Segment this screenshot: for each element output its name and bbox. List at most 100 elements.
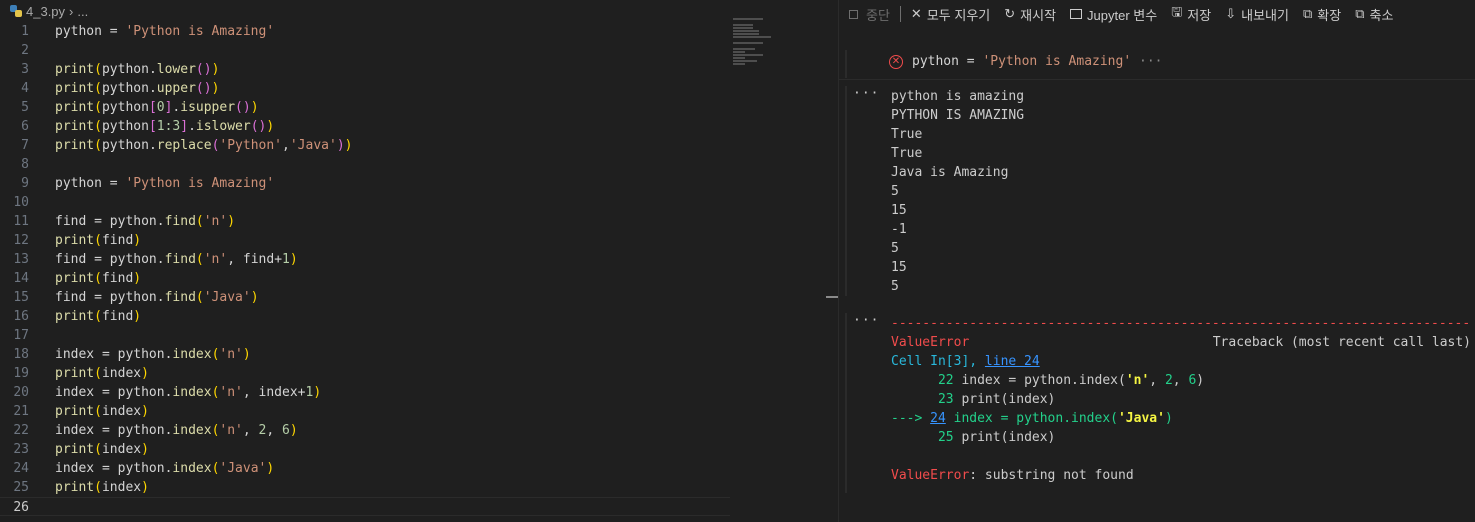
code-line[interactable]: 13 find = python.find('n', find+1) <box>0 250 730 269</box>
editor-pane[interactable]: 4_3.py › ... 1 python = 'Python is Amazin… <box>0 0 838 522</box>
code-line[interactable]: 11 find = python.find('n') <box>0 212 730 231</box>
code-line[interactable]: 7 print(python.replace('Python','Java')) <box>0 136 730 155</box>
line-source: find = python.find('n', find+1) <box>55 252 298 267</box>
toolbar-separator <box>899 6 901 22</box>
minimap[interactable] <box>733 18 779 78</box>
variables-button[interactable]: Jupyter 변수 <box>1070 5 1157 24</box>
code-line[interactable]: 22 index = python.index('n', 2, 6) <box>0 421 730 440</box>
clear-all-label: 모두 지우기 <box>926 7 991 23</box>
scrollbar-marker[interactable] <box>826 296 838 298</box>
python-file-icon <box>10 5 22 17</box>
traceback-frame-current: ---> 24 index = python.index('Java') <box>891 411 1173 426</box>
export-button[interactable]: ⇩ 내보내기 <box>1225 5 1289 24</box>
line-number: 14 <box>13 271 29 286</box>
line-24-link[interactable]: line 24 <box>985 354 1040 369</box>
code-line[interactable]: 23 print(index) <box>0 440 730 459</box>
traceback-frame: 25 print(index) <box>937 430 1056 445</box>
expand-button[interactable]: ⧉ 확장 <box>1303 5 1341 24</box>
output-menu-button[interactable]: ··· <box>853 86 879 101</box>
code-line[interactable]: 5 print(python[0].isupper()) <box>0 98 730 117</box>
line-24-frame-link[interactable]: 24 <box>930 411 946 426</box>
code-line[interactable]: 9 python = 'Python is Amazing' <box>0 174 730 193</box>
code-line[interactable]: 12 print(find) <box>0 231 730 250</box>
line-source: print(python.lower()) <box>55 62 220 77</box>
breadcrumb: 4_3.py › ... <box>0 0 838 22</box>
interrupt-button[interactable]: 중단 <box>849 5 890 24</box>
expand-label: 확장 <box>1317 7 1342 23</box>
error-circle-icon: ✕ <box>889 55 903 69</box>
save-label: 저장 <box>1187 7 1212 23</box>
code-line[interactable]: 19 print(index) <box>0 364 730 383</box>
clear-all-button[interactable]: ✕ 모두 지우기 <box>911 5 990 24</box>
code-line[interactable]: 16 print(find) <box>0 307 730 326</box>
interactive-window[interactable]: 중단 ✕ 모두 지우기 ↻ 재시작 Jupyter 변수 🖫 저장 ⇩ 내보내기… <box>839 0 1475 522</box>
interrupt-label: 중단 <box>866 7 890 23</box>
code-line[interactable]: 21 print(index) <box>0 402 730 421</box>
output-line: True <box>891 127 923 142</box>
cell-ellipsis[interactable]: ··· <box>1139 54 1162 69</box>
traceback: ----------------------------------------… <box>891 314 1471 485</box>
code-line[interactable]: 25 print(index) <box>0 478 730 497</box>
code-line[interactable]: 3 print(python.lower()) <box>0 60 730 79</box>
line-number: 19 <box>13 366 29 381</box>
code-line[interactable]: 18 index = python.index('n') <box>0 345 730 364</box>
code-line[interactable]: 8 <box>0 155 730 174</box>
line-source: print(python.upper()) <box>55 81 220 96</box>
stop-icon <box>849 9 858 19</box>
code-line[interactable]: 4 print(python.upper()) <box>0 79 730 98</box>
traceback-header: ValueError Traceback (most recent call la… <box>891 333 1471 352</box>
collapse-icon: ⧉ <box>1355 6 1365 21</box>
line-number: 13 <box>13 252 29 267</box>
cell-input[interactable]: ✕ python = 'Python is Amazing' ··· <box>839 46 1475 80</box>
line-source: python = 'Python is Amazing' <box>55 24 275 39</box>
line-number: 11 <box>13 214 29 229</box>
interactive-toolbar: 중단 ✕ 모두 지우기 ↻ 재시작 Jupyter 변수 🖫 저장 ⇩ 내보내기… <box>839 0 1475 28</box>
code-line-current[interactable]: 26 <box>0 497 730 516</box>
variables-icon <box>1070 9 1083 19</box>
line-source: find = python.find('Java') <box>55 290 259 305</box>
code-line[interactable]: 14 print(find) <box>0 269 730 288</box>
line-number: 8 <box>21 157 29 172</box>
line-number: 12 <box>13 233 29 248</box>
code-line[interactable]: 6 print(python[1:3].islower()) <box>0 117 730 136</box>
output-menu-button[interactable]: ··· <box>853 313 879 328</box>
cell-output-stdout: ··· python is amazing PYTHON IS AMAZING … <box>839 86 1475 298</box>
output-gutter <box>845 313 847 493</box>
line-number: 23 <box>13 442 29 457</box>
line-number: 3 <box>21 62 29 77</box>
breadcrumb-more[interactable]: ... <box>77 4 88 19</box>
traceback-frame: 23 print(index) <box>937 392 1056 407</box>
restart-button[interactable]: ↻ 재시작 <box>1004 5 1056 24</box>
line-source: print(find) <box>55 271 142 286</box>
output-line: -1 <box>891 222 907 237</box>
collapse-button[interactable]: ⧉ 축소 <box>1355 5 1393 24</box>
line-number: 1 <box>21 24 29 39</box>
output-line: 5 <box>891 279 899 294</box>
error-message: ValueError: substring not found <box>891 468 1134 483</box>
line-source: print(index) <box>55 404 149 419</box>
line-number: 6 <box>21 119 29 134</box>
breadcrumb-file[interactable]: 4_3.py <box>26 4 65 19</box>
line-number: 24 <box>13 461 29 476</box>
code-line[interactable]: 15 find = python.find('Java') <box>0 288 730 307</box>
export-icon: ⇩ <box>1225 6 1237 21</box>
line-source: find = python.find('n') <box>55 214 236 229</box>
line-number: 20 <box>13 385 29 400</box>
code-line[interactable]: 10 <box>0 193 730 212</box>
line-number: 4 <box>21 81 29 96</box>
save-button[interactable]: 🖫 저장 <box>1171 3 1211 25</box>
code-line[interactable]: 2 <box>0 41 730 60</box>
line-number: 25 <box>13 480 29 495</box>
code-area[interactable]: 1 python = 'Python is Amazing' 2 3 print(p… <box>0 22 730 516</box>
code-line[interactable]: 24 index = python.index('Java') <box>0 459 730 478</box>
code-line[interactable]: 1 python = 'Python is Amazing' <box>0 22 730 41</box>
export-label: 내보내기 <box>1241 7 1289 23</box>
line-source: print(python[1:3].islower()) <box>55 119 275 134</box>
line-source: print(find) <box>55 309 142 324</box>
line-source: print(index) <box>55 480 149 495</box>
code-line[interactable]: 17 <box>0 326 730 345</box>
cell-source[interactable]: python = 'Python is Amazing' ··· <box>912 54 1162 69</box>
code-line[interactable]: 20 index = python.index('n', index+1) <box>0 383 730 402</box>
restart-label: 재시작 <box>1020 7 1057 23</box>
